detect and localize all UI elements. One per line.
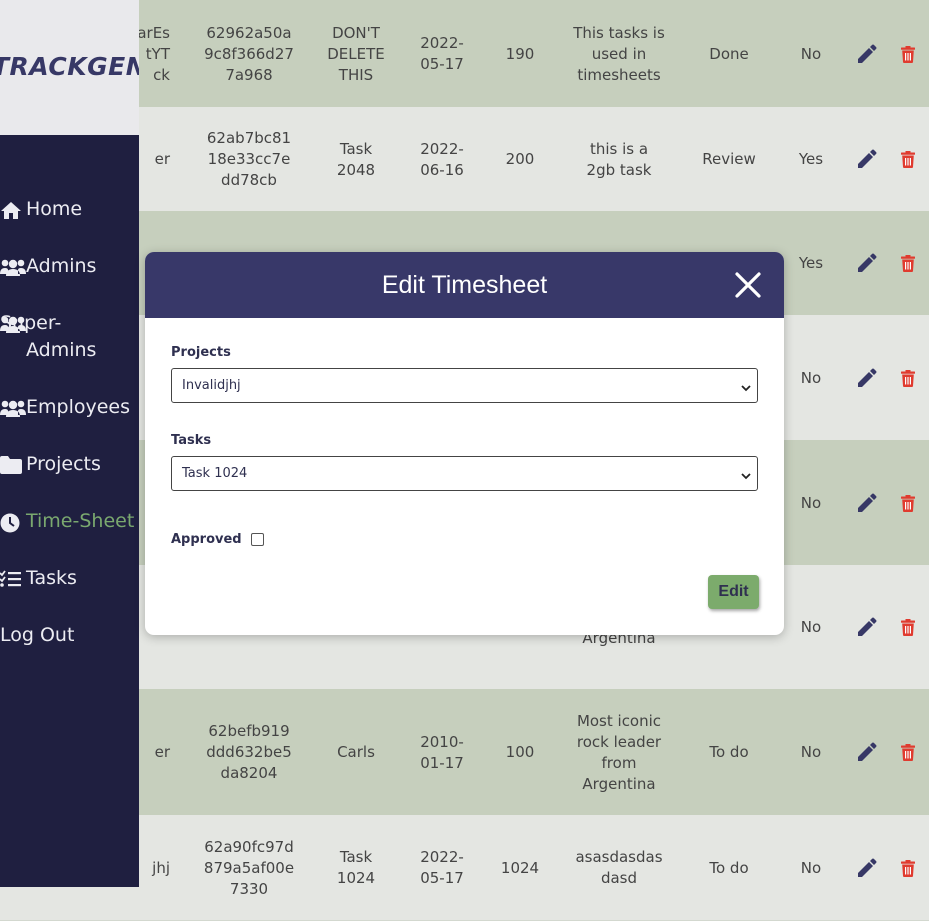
projects-select-value: Invalidjhj <box>182 378 241 393</box>
chevron-down-icon <box>741 381 751 396</box>
tasks-select[interactable]: Task 1024 <box>171 456 758 491</box>
tasks-label: Tasks <box>171 433 212 448</box>
modal-title: Edit Timesheet <box>381 270 548 299</box>
chevron-down-icon <box>741 469 751 484</box>
edit-timesheet-modal: Edit Timesheet Projects Invalidjhj Tasks… <box>145 252 784 635</box>
edit-button[interactable]: Edit <box>708 575 759 609</box>
approved-label: Approved <box>171 532 242 547</box>
approved-checkbox[interactable] <box>251 533 264 546</box>
projects-select[interactable]: Invalidjhj <box>171 368 758 403</box>
modal-header: Edit Timesheet <box>145 252 784 318</box>
tasks-select-value: Task 1024 <box>182 466 248 481</box>
projects-label: Projects <box>171 345 231 360</box>
close-icon[interactable] <box>734 271 762 299</box>
